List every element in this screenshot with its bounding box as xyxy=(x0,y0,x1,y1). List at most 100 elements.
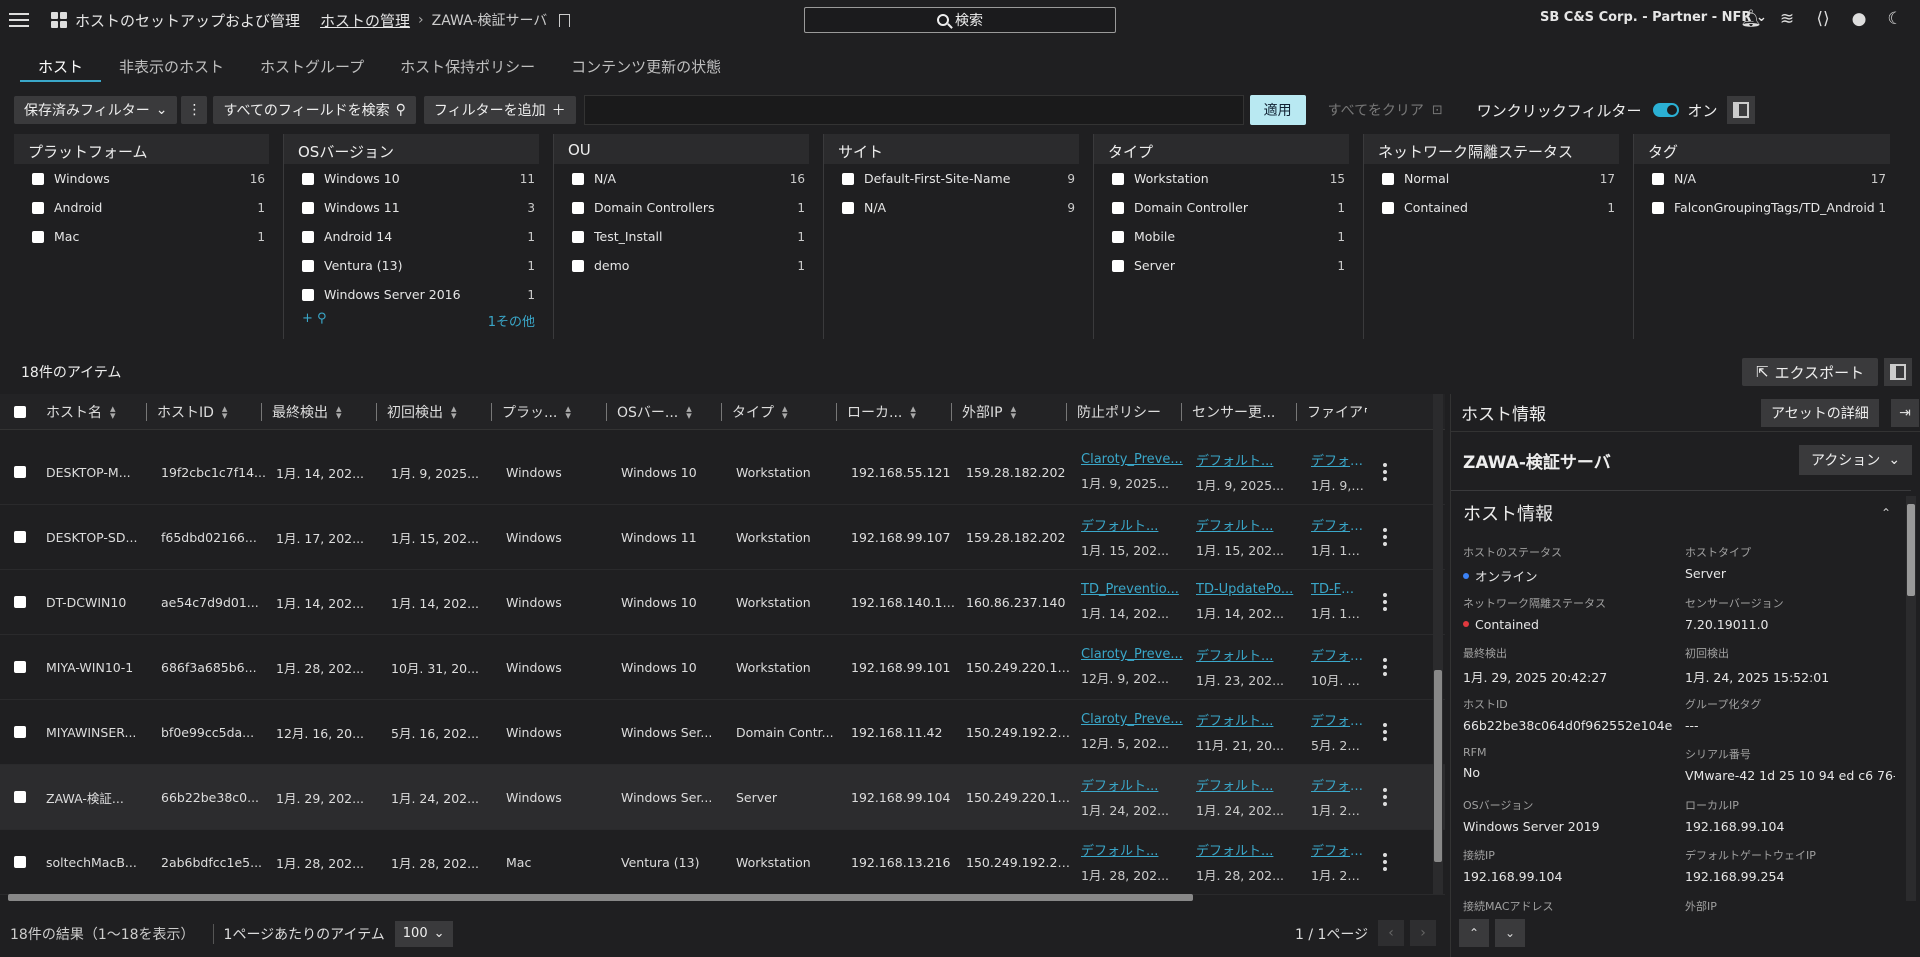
facet-option[interactable]: N/A 17 xyxy=(1634,164,1894,193)
checkbox[interactable] xyxy=(32,201,44,214)
cell-prevention-policy-link[interactable]: デフォルト... xyxy=(1081,775,1186,794)
menu-icon[interactable] xyxy=(9,13,29,27)
table-horizontal-scroll-thumb[interactable] xyxy=(8,894,1193,901)
panel-scroll-thumb[interactable] xyxy=(1907,504,1915,596)
row-menu-icon[interactable] xyxy=(1375,463,1395,481)
cell-prevention-policy[interactable]: デフォルト... 1月. 28, 202... xyxy=(1071,840,1186,884)
cell-firewall-policy[interactable]: デフォルト 1月. 15, 2 xyxy=(1301,515,1365,559)
cell-sensor-update-policy[interactable]: デフォルト... 1月. 24, 202... xyxy=(1186,775,1301,819)
row-menu-icon[interactable] xyxy=(1375,853,1395,871)
bookmark-icon[interactable] xyxy=(559,13,571,27)
more-options-icon[interactable]: ⋮ xyxy=(181,96,208,124)
checkbox[interactable] xyxy=(1112,230,1124,243)
column-header[interactable]: 最終検出 ▴ ▾ xyxy=(262,402,376,422)
cell-firewall-policy[interactable]: デフォルト 5月. 20, 2 xyxy=(1301,710,1365,754)
bell-icon[interactable]: 🔔︎ xyxy=(1740,8,1762,30)
checkbox[interactable] xyxy=(842,172,854,185)
select-all-checkbox[interactable] xyxy=(14,405,26,418)
cell-firewall-policy-link[interactable]: デフォルト xyxy=(1311,775,1365,794)
facet-option[interactable]: Domain Controller 1 xyxy=(1094,193,1353,222)
facet-option[interactable]: demo 1 xyxy=(554,251,813,280)
column-header[interactable]: ファイアウ xyxy=(1297,402,1367,422)
cell-firewall-policy-link[interactable]: デフォルト xyxy=(1311,710,1365,729)
checkbox[interactable] xyxy=(1652,201,1664,214)
asset-details-button[interactable]: アセットの詳細 xyxy=(1761,399,1879,427)
row-checkbox[interactable] xyxy=(14,791,26,803)
column-header[interactable]: ホスト名 ▴ ▾ xyxy=(36,402,146,422)
cell-firewall-policy[interactable]: TD-FW_Pol 1月. 14, 2 xyxy=(1301,582,1365,622)
cell-prevention-policy-link[interactable]: デフォルト... xyxy=(1081,840,1186,859)
panel-layout-icon[interactable] xyxy=(1727,96,1756,124)
column-header[interactable]: ホストID ▴ ▾ xyxy=(147,402,261,422)
search-all-fields-button[interactable]: すべてのフィールドを検索 ⚲ xyxy=(213,96,416,124)
cell-sensor-update-policy-link[interactable]: デフォルト... xyxy=(1196,775,1301,794)
filter-input-area[interactable] xyxy=(583,95,1244,125)
cell-sensor-update-policy[interactable]: デフォルト... 1月. 28, 202... xyxy=(1186,840,1301,884)
facet-option[interactable]: Server 1 xyxy=(1094,251,1353,280)
cell-sensor-update-policy-link[interactable]: デフォルト... xyxy=(1196,840,1301,859)
row-menu-icon[interactable] xyxy=(1375,593,1395,611)
per-page-select[interactable]: 100 ⌄ xyxy=(394,920,453,947)
row-checkbox[interactable] xyxy=(14,596,26,608)
facet-option[interactable]: Ventura (13) 1 xyxy=(284,251,543,280)
cell-sensor-update-policy-link[interactable]: デフォルト... xyxy=(1196,645,1301,664)
row-checkbox[interactable] xyxy=(14,531,26,543)
checkbox[interactable] xyxy=(302,172,314,185)
cell-prevention-policy-link[interactable]: Claroty_Preve... xyxy=(1081,452,1186,467)
cell-sensor-update-policy[interactable]: デフォルト... 1月. 15, 202... xyxy=(1186,515,1301,559)
row-menu-icon[interactable] xyxy=(1375,528,1395,546)
table-row[interactable]: MIYAWINSER... bf0e99cc5da... 12月. 16, 20..… xyxy=(0,700,1445,765)
cell-prevention-policy-link[interactable]: デフォルト... xyxy=(1081,515,1186,534)
cell-prevention-policy[interactable]: Claroty_Preve... 1月. 9, 2025... xyxy=(1071,452,1186,492)
table-row[interactable]: DT-DCWIN10 ae54c7d9d01... 1月. 14, 202... 1月… xyxy=(0,570,1445,635)
cell-firewall-policy[interactable]: デフォルト 1月. 24, 2 xyxy=(1301,775,1365,819)
checkbox[interactable] xyxy=(842,201,854,214)
next-page-button[interactable]: › xyxy=(1410,920,1436,946)
checkbox[interactable] xyxy=(1652,172,1664,185)
facet-option[interactable]: Workstation 15 xyxy=(1094,164,1353,193)
column-header[interactable]: ローカ... ▴ ▾ xyxy=(837,402,951,422)
facet-option[interactable]: Windows 10 11 xyxy=(284,164,543,193)
prev-page-button[interactable]: ‹ xyxy=(1378,920,1404,946)
table-layout-icon[interactable] xyxy=(1884,358,1912,386)
global-search-button[interactable]: 検索 xyxy=(804,7,1116,33)
cell-sensor-update-policy-link[interactable]: TD-UpdatePo... xyxy=(1196,582,1301,597)
next-host-button[interactable]: ⌄ xyxy=(1495,919,1525,947)
table-row[interactable]: soltechMacB... 2ab6bdfcc1e5... 1月. 28, 202… xyxy=(0,830,1445,895)
cell-firewall-policy-link[interactable]: デフォルト xyxy=(1311,450,1365,469)
facet-option[interactable]: Domain Controllers 1 xyxy=(554,193,813,222)
facet-option[interactable]: Mobile 1 xyxy=(1094,222,1353,251)
facet-option[interactable]: Windows 11 3 xyxy=(284,193,543,222)
column-header[interactable]: プラッ... ▴ ▾ xyxy=(492,402,606,422)
facet-more-link[interactable]: 1その他 xyxy=(488,311,535,330)
cell-firewall-policy-link[interactable]: デフォルト xyxy=(1311,840,1365,859)
cell-firewall-policy[interactable]: デフォルト 1月. 9, 20 xyxy=(1301,450,1365,494)
table-row[interactable]: MIYA-WIN10-1 686f3a685b6... 1月. 28, 202...… xyxy=(0,635,1445,700)
facet-option[interactable]: Normal 17 xyxy=(1364,164,1623,193)
cell-firewall-policy-link[interactable]: デフォルト xyxy=(1311,645,1365,664)
cell-prevention-policy[interactable]: Claroty_Preve... 12月. 9, 202... xyxy=(1071,647,1186,687)
cell-firewall-policy[interactable]: デフォルト 1月. 28, 2 xyxy=(1301,840,1365,884)
checkbox[interactable] xyxy=(302,201,314,214)
table-vertical-scroll-thumb[interactable] xyxy=(1434,670,1442,862)
checkbox[interactable] xyxy=(302,288,314,301)
row-menu-icon[interactable] xyxy=(1375,658,1395,676)
add-filter-button[interactable]: フィルターを追加 ＋ xyxy=(423,96,576,124)
column-header[interactable]: 外部IP ▴ ▾ xyxy=(952,402,1066,422)
cell-prevention-policy[interactable]: TD_Preventio... 1月. 14, 202... xyxy=(1071,582,1186,622)
cell-prevention-policy-link[interactable]: Claroty_Preve... xyxy=(1081,647,1186,662)
row-menu-icon[interactable] xyxy=(1375,788,1395,806)
cell-prevention-policy-link[interactable]: TD_Preventio... xyxy=(1081,582,1186,597)
checkbox[interactable] xyxy=(302,230,314,243)
facet-option[interactable]: Mac 1 xyxy=(14,222,273,251)
row-checkbox[interactable] xyxy=(14,726,26,738)
cell-prevention-policy[interactable]: Claroty_Preve... 12月. 5, 202... xyxy=(1071,712,1186,752)
saved-filters-button[interactable]: 保存済みフィルター ⌄ xyxy=(14,96,178,124)
dark-mode-icon[interactable]: ☾ xyxy=(1884,8,1906,30)
apply-button[interactable]: 適用 xyxy=(1249,95,1306,125)
row-checkbox[interactable] xyxy=(14,466,26,478)
checkbox[interactable] xyxy=(32,172,44,185)
checkbox[interactable] xyxy=(1382,201,1394,214)
facet-option[interactable]: Windows Server 2016 1 xyxy=(284,280,543,309)
facet-option[interactable]: N/A 9 xyxy=(824,193,1083,222)
